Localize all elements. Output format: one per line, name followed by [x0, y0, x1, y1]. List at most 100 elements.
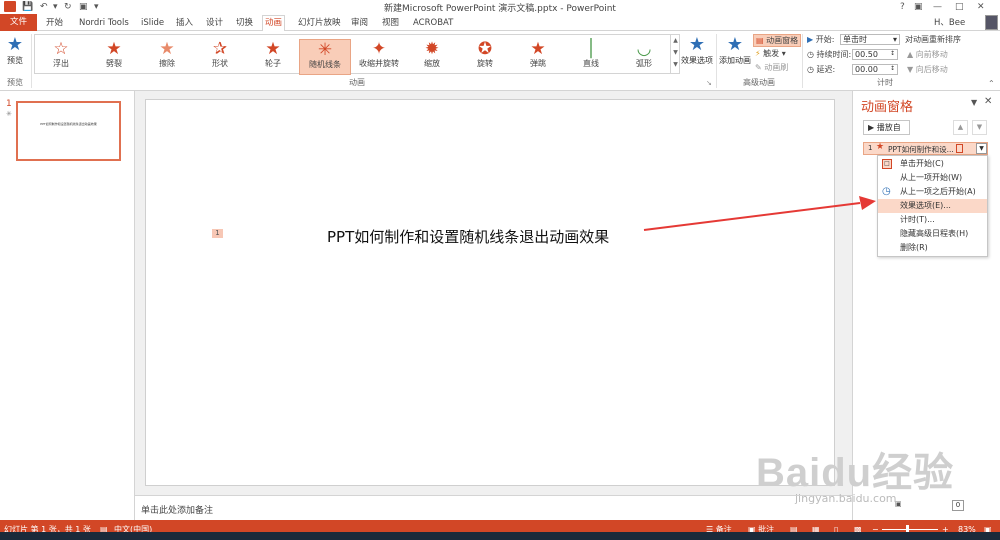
menu-start-on-click[interactable]: □ 单击开始(C) — [878, 157, 987, 171]
tab-islide[interactable]: iSlide — [139, 16, 166, 30]
move-down-button[interactable]: ▼ — [972, 120, 987, 135]
tab-transitions[interactable]: 切换 — [234, 16, 255, 30]
move-later-label: 向后移动 — [915, 65, 948, 74]
menu-label: 单击开始(C) — [900, 159, 944, 168]
animation-pane-button[interactable]: ▤ 动画窗格 — [753, 34, 802, 47]
anim-label: 擦除 — [159, 59, 175, 68]
animation-order-tag[interactable]: 1 — [212, 229, 223, 238]
clock-icon: ◷ — [882, 186, 891, 197]
annotation-arrow — [643, 196, 876, 231]
menu-label: 计时(T)... — [900, 215, 935, 224]
anim-float-out[interactable]: ☆ 浮出 — [35, 39, 87, 75]
preview-button[interactable]: ★ 预览 — [2, 35, 28, 75]
reorder-heading: 对动画重新排序 — [905, 35, 961, 44]
group-label-timing: 计时 — [877, 78, 893, 87]
tab-animations[interactable]: 动画 — [262, 15, 286, 32]
menu-start-with-previous[interactable]: 从上一项开始(W) — [878, 171, 987, 185]
item-dropdown-icon[interactable]: ▼ — [976, 143, 987, 154]
anim-shrink-turn[interactable]: ✦ 收缩并旋转 — [353, 39, 405, 75]
tab-slideshow[interactable]: 幻灯片放映 — [296, 16, 343, 30]
ribbon-display-options-icon[interactable]: ▣ — [914, 1, 923, 13]
notes-pane[interactable]: 单击此处添加备注 — [135, 495, 852, 523]
duration-input[interactable]: 00.50 ↕ — [852, 49, 898, 60]
thumbnail-text: PPT如何制作和设置随机线条退出动画效果 — [40, 122, 97, 126]
slide-title-text[interactable]: PPT如何制作和设置随机线条退出动画效果 — [327, 226, 609, 247]
ribbon-tabs: 文件 开始 Nordri Tools iSlide 插入 设计 切换 动画 幻灯… — [0, 14, 1000, 32]
anim-random-bars[interactable]: ✳ 随机线条 — [299, 39, 351, 75]
dialog-launcher-icon[interactable]: ↘ — [706, 79, 712, 87]
menu-start-after-previous[interactable]: ◷ 从上一项之后开始(A) — [878, 185, 987, 199]
animation-painter-button[interactable]: ✎ 动画刷 — [755, 62, 788, 73]
anim-zoom[interactable]: ✹ 缩放 — [406, 39, 458, 75]
effect-options-button[interactable]: ★ 效果选项 — [680, 35, 714, 75]
gallery-scroll[interactable]: ▲ ▼ ▼ — [670, 35, 680, 73]
animation-gallery: ☆ 浮出 ★ 劈裂 ★ 擦除 ✰ 形状 ★ 轮子 ✳ 随机线条 ✦ 收缩并旋转 ✹ 缩放 ✪ 旋转… — [34, 34, 680, 75]
trigger-button[interactable]: ⚡ 触发 ▾ — [755, 48, 786, 59]
tab-file[interactable]: 文件 — [0, 14, 38, 31]
tab-design[interactable]: 设计 — [204, 16, 225, 30]
group-label-advanced: 高级动画 — [743, 78, 775, 87]
preview-star-icon: ★ — [6, 34, 24, 55]
close-icon[interactable]: ✕ — [977, 1, 985, 13]
title-bar: 💾 ↶ ▾ ↻ ▣ ▾ 新建Microsoft PowerPoint 演示文稿.… — [0, 0, 1000, 14]
animation-pane-title: 动画窗格 — [861, 100, 914, 115]
collapse-ribbon-icon[interactable]: ⌃ — [988, 79, 995, 88]
start-select[interactable]: 单击时 ▾ — [840, 34, 900, 45]
add-animation-button[interactable]: ★ 添加动画 — [718, 35, 752, 75]
tab-view[interactable]: 视图 — [380, 16, 401, 30]
slide-thumbnail[interactable]: PPT如何制作和设置随机线条退出动画效果 — [16, 101, 121, 161]
menu-label: 隐藏高级日程表(H) — [900, 229, 969, 238]
anim-spin[interactable]: ✪ 旋转 — [459, 39, 511, 75]
start-label-text: 开始: — [815, 35, 835, 44]
thumbnail-number: 1 — [6, 99, 12, 109]
move-up-button[interactable]: ▲ — [953, 120, 968, 135]
slide-canvas[interactable]: 1 PPT如何制作和设置随机线条退出动画效果 — [145, 99, 835, 486]
anim-line[interactable]: │ 直线 — [565, 39, 617, 75]
menu-effect-options[interactable]: 效果选项(E)... — [878, 199, 987, 213]
move-earlier-label: 向前移动 — [915, 50, 948, 59]
menu-timing[interactable]: 计时(T)... — [878, 213, 987, 227]
move-earlier-button[interactable]: ▲ 向前移动 — [907, 49, 948, 60]
tab-nordri-tools[interactable]: Nordri Tools — [77, 16, 131, 30]
minimize-icon[interactable]: — — [933, 1, 942, 13]
maximize-icon[interactable]: □ — [955, 1, 964, 13]
watermark-url: jingyan.baidu.com — [795, 492, 897, 505]
tab-insert[interactable]: 插入 — [174, 16, 195, 30]
anim-wheel[interactable]: ★ 轮子 — [247, 39, 299, 75]
menu-remove[interactable]: 删除(R) — [878, 241, 987, 255]
help-icon[interactable]: ? — [900, 1, 905, 13]
pane-close-icon[interactable]: ✕ — [984, 96, 992, 107]
windows-taskbar — [0, 532, 1000, 540]
anim-bounce[interactable]: ★ 弹跳 — [512, 39, 564, 75]
tab-acrobat[interactable]: ACROBAT — [411, 16, 455, 30]
anim-wipe[interactable]: ★ 擦除 — [141, 39, 193, 75]
divider — [31, 34, 32, 88]
notes-placeholder: 单击此处添加备注 — [141, 506, 214, 516]
animation-item[interactable]: 1 ★ PPT如何制作和设... ▼ — [863, 142, 988, 155]
group-label-preview: 预览 — [7, 78, 23, 87]
delay-input[interactable]: 00.00 ↕ — [852, 64, 898, 75]
chevron-down-icon: ▾ — [892, 35, 897, 44]
play-icon: ▶ — [807, 35, 814, 44]
zoom-box[interactable]: 0 — [952, 500, 964, 511]
fit-slide-icon[interactable]: ▣ — [895, 500, 902, 508]
watermark-brand: Baidu经验 — [756, 451, 955, 495]
tab-review[interactable]: 审阅 — [349, 16, 370, 30]
anim-shape[interactable]: ✰ 形状 — [194, 39, 246, 75]
play-from-button[interactable]: ▶ 播放自 — [863, 120, 910, 135]
menu-hide-advanced-timeline[interactable]: 隐藏高级日程表(H) — [878, 227, 987, 241]
tab-home[interactable]: 开始 — [44, 16, 65, 30]
move-later-button[interactable]: ▼ 向后移动 — [907, 64, 948, 75]
user-name[interactable]: H、Bee — [932, 16, 967, 30]
anim-label: 轮子 — [265, 59, 281, 68]
anim-label: 形状 — [212, 59, 228, 68]
effect-options-label: 效果选项 — [681, 56, 713, 65]
preview-label: 预览 — [7, 56, 23, 65]
avatar[interactable] — [985, 15, 998, 30]
anim-label: 弹跳 — [530, 59, 546, 68]
pane-options-icon[interactable]: ▼ — [971, 98, 977, 107]
anim-arc[interactable]: ◡ 弧形 — [618, 39, 670, 75]
anim-split[interactable]: ★ 劈裂 — [88, 39, 140, 75]
effect-options-icon: ★ — [688, 34, 706, 55]
zoom-slider[interactable] — [882, 529, 938, 530]
